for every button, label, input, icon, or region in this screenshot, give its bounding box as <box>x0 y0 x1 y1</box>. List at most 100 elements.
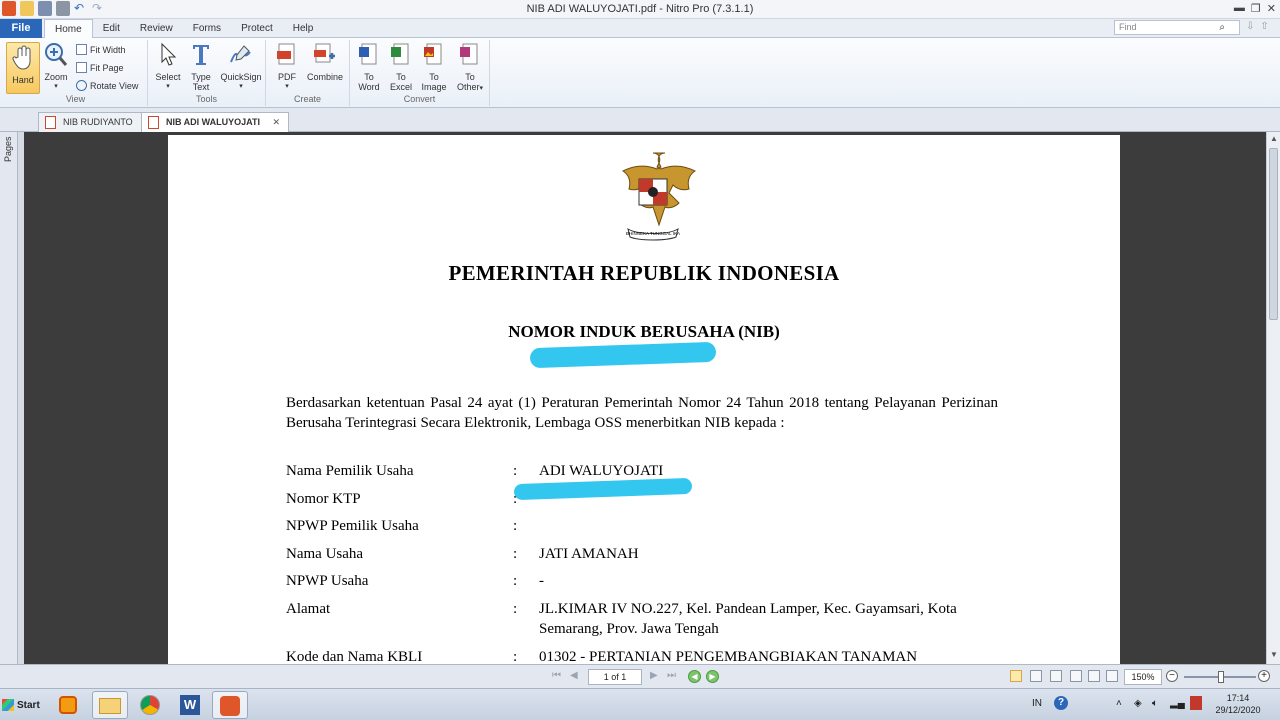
ribbon-tabs: Home Edit Review Forms Protect Help <box>44 19 323 39</box>
zoom-dropdown-icon: ▾ <box>54 83 58 90</box>
scroll-down-icon[interactable]: ▼ <box>1270 650 1278 659</box>
window-title: NIB ADI WALUYOJATI.pdf - Nitro Pro (7.3.… <box>526 3 754 15</box>
tab-home[interactable]: Home <box>44 19 93 39</box>
document-tabs-bar: NIB RUDIYANTO NIB ADI WALUYOJATI ✕ <box>0 108 1280 132</box>
media-player-icon[interactable] <box>50 691 86 719</box>
scrollbar-thumb[interactable] <box>1269 148 1278 320</box>
to-word-button[interactable]: To Word <box>354 42 384 92</box>
window-controls: ▬ ❐ ✕ <box>1234 2 1276 15</box>
facing-continuous-view-icon[interactable] <box>1070 670 1082 682</box>
file-explorer-icon[interactable] <box>92 691 128 719</box>
word-app-icon[interactable]: W <box>172 691 208 719</box>
zoom-slider-knob[interactable] <box>1218 671 1224 683</box>
fit-width-label: Fit Width <box>90 44 126 55</box>
create-pdf-button[interactable]: PDF ▾ <box>272 42 302 92</box>
redaction-mark-nib-number <box>529 341 717 369</box>
fullscreen-view-icon[interactable] <box>1106 670 1118 682</box>
acrobat-tray-icon[interactable] <box>1190 696 1202 710</box>
combine-button[interactable]: Combine <box>304 42 346 82</box>
scroll-up-icon[interactable]: ▲ <box>1270 134 1278 143</box>
select-button[interactable]: Select ▾ <box>152 42 184 92</box>
fit-width-icon <box>76 44 87 55</box>
tab-protect[interactable]: Protect <box>231 19 283 38</box>
fit-page-button[interactable]: Fit Page <box>76 62 124 73</box>
restore-icon[interactable]: ❐ <box>1251 2 1261 15</box>
to-excel-label-2: Excel <box>389 82 412 92</box>
vertical-scrollbar[interactable]: ▲ ▼ <box>1266 132 1280 664</box>
help-icon[interactable]: ? <box>1054 696 1068 710</box>
ribbon: Hand Zoom ▾ Fit Width Fit Page Rotate Vi… <box>0 38 1280 108</box>
network-icon[interactable]: ◈ <box>1134 698 1142 709</box>
fit-width-button[interactable]: Fit Width <box>76 44 126 55</box>
nitro-pro-icon[interactable] <box>212 691 248 719</box>
title-bar: ↶ ↷ NIB ADI WALUYOJATI.pdf - Nitro Pro (… <box>0 0 1280 19</box>
quicksign-button[interactable]: QuickSign ▾ <box>218 42 264 92</box>
field-colon: : <box>513 573 518 589</box>
to-image-label-1: To <box>429 72 439 82</box>
doc-tab-nib-adi-waluyojati[interactable]: NIB ADI WALUYOJATI ✕ <box>141 112 290 132</box>
last-page-icon[interactable]: ⏭ <box>667 670 676 681</box>
zoom-button[interactable]: Zoom ▾ <box>42 42 70 92</box>
select-label: Select <box>155 72 181 82</box>
system-clock[interactable]: 17:14 29/12/2020 <box>1208 692 1268 716</box>
tray-expand-icon[interactable]: ˄ <box>1116 698 1122 709</box>
to-image-button[interactable]: To Image <box>418 42 450 92</box>
zoom-level-input[interactable]: 150% <box>1124 669 1162 685</box>
rotate-view-button[interactable]: Rotate View <box>76 80 138 91</box>
chrome-icon[interactable] <box>132 691 168 719</box>
windows-logo-icon <box>2 699 14 711</box>
field-colon: : <box>513 601 518 617</box>
close-icon[interactable]: ✕ <box>1267 2 1276 15</box>
zoom-out-icon[interactable]: − <box>1166 670 1178 682</box>
convert-group-label: Convert <box>403 94 436 104</box>
tab-edit[interactable]: Edit <box>93 19 130 38</box>
page-number-input[interactable]: 1 of 1 <box>588 669 642 685</box>
field-label: Nama Usaha <box>286 546 364 562</box>
signal-icon[interactable]: ▂▄ <box>1170 698 1185 709</box>
start-button[interactable]: Start <box>2 694 42 716</box>
back-view-icon[interactable]: ◀ <box>688 670 701 683</box>
find-nav-arrows[interactable]: ⇩⇧ <box>1246 21 1275 32</box>
tab-review[interactable]: Review <box>130 19 183 38</box>
next-page-icon[interactable]: ▶ <box>650 670 658 681</box>
menu-bar: File Home Edit Review Forms Protect Help… <box>0 19 1280 39</box>
continuous-view-icon[interactable] <box>1030 670 1042 682</box>
zoom-icon <box>45 43 68 66</box>
forward-view-icon[interactable]: ▶ <box>706 670 719 683</box>
field-colon: : <box>513 546 518 562</box>
to-other-button[interactable]: To Other▾ <box>452 42 488 94</box>
previous-page-icon[interactable]: ◀ <box>570 670 578 681</box>
create-pdf-label: PDF <box>278 72 296 82</box>
search-icon[interactable]: ⌕ <box>1219 21 1225 34</box>
doc-tab-nib-rudiyanto[interactable]: NIB RUDIYANTO <box>38 112 142 132</box>
volume-icon[interactable]: 🔈︎ <box>1152 698 1158 709</box>
create-pdf-icon <box>277 43 295 65</box>
minimize-icon[interactable]: ▬ <box>1234 2 1245 15</box>
type-text-button[interactable]: Type Text <box>186 42 216 92</box>
garuda-emblem: BHINNEKA TUNGGAL IKA <box>622 152 696 241</box>
single-page-view-icon[interactable] <box>1010 670 1022 682</box>
clock-date: 29/12/2020 <box>1215 705 1261 715</box>
to-excel-button[interactable]: To Excel <box>386 42 416 92</box>
first-page-icon[interactable]: ⏮ <box>552 670 561 681</box>
file-tab[interactable]: File <box>0 19 42 38</box>
document-viewer[interactable]: BHINNEKA TUNGGAL IKA PEMERINTAH REPUBLIK… <box>24 132 1266 664</box>
zoom-slider[interactable] <box>1184 671 1256 683</box>
language-indicator[interactable]: IN <box>1032 698 1042 709</box>
close-tab-icon[interactable]: ✕ <box>273 117 281 127</box>
to-word-label-2: Word <box>358 82 380 92</box>
cover-view-icon[interactable] <box>1088 670 1100 682</box>
rotate-view-label: Rotate View <box>90 80 139 91</box>
zoom-in-icon[interactable]: + <box>1258 670 1270 682</box>
field-value: JL.KIMAR IV NO.227, Kel. Pandean Lamper,… <box>539 601 957 637</box>
find-input[interactable]: Find ⌕ <box>1114 20 1240 35</box>
tab-forms[interactable]: Forms <box>183 19 231 38</box>
tab-help[interactable]: Help <box>283 19 324 38</box>
hand-button[interactable]: Hand <box>6 42 40 94</box>
find-placeholder: Find <box>1119 22 1137 32</box>
field-colon: : <box>513 463 518 479</box>
field-value: JATI AMANAH <box>539 546 639 562</box>
zoom-label: Zoom <box>44 72 68 82</box>
facing-view-icon[interactable] <box>1050 670 1062 682</box>
pdf-file-icon <box>45 116 56 129</box>
